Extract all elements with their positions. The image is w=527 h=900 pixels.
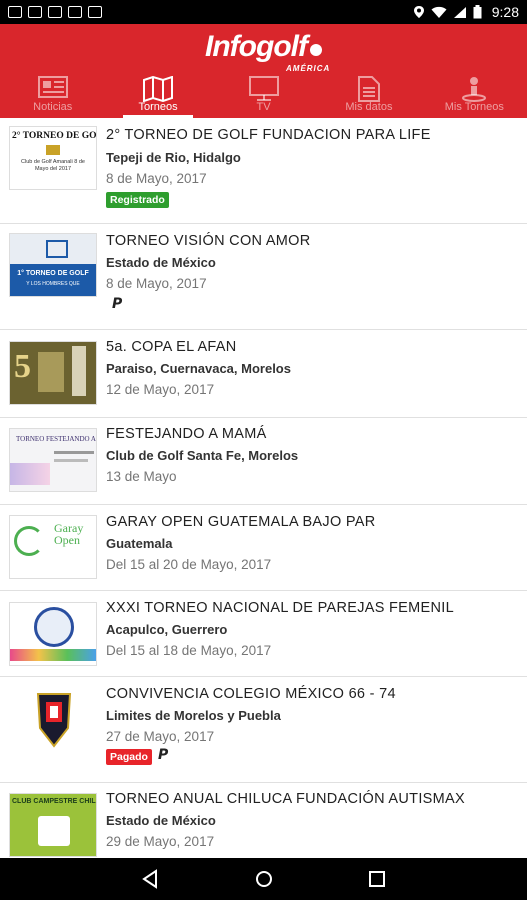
clock: 9:28 [491,4,519,20]
app-header: Infogolf AMÉRICA Noticias Torneos TV Mis… [0,24,527,118]
briefcase-icon [88,6,102,18]
tournament-title: GARAY OPEN GUATEMALA BAJO PAR [106,514,376,530]
system-nav-bar [0,858,527,900]
location-icon [413,6,424,18]
tournament-location: Limites de Morelos y Puebla [106,708,281,723]
app-icon [68,6,82,18]
home-icon[interactable] [254,869,274,889]
tournament-title: TORNEO ANUAL CHILUCA FUNDACIÓN AUTISMAX [106,791,465,807]
list-item[interactable]: XXXI TORNEO NACIONAL DE PAREJAS FEMENIL … [0,591,527,677]
list-item[interactable]: CONVIVENCIA COLEGIO MÉXICO 66 - 74 Limit… [0,677,527,783]
paypal-icon: P [158,747,169,763]
tournament-title: FESTEJANDO A MAMÁ [106,426,267,442]
tournament-date: Del 15 al 20 de Mayo, 2017 [106,557,272,572]
tournament-title: 2° TORNEO DE GOLF FUNDACION PARA LIFE [106,127,431,143]
tournament-thumbnail: 2° TORNEO DE GOLF Club de Golf Amanali 8… [9,126,97,190]
list-item[interactable]: 2° TORNEO DE GOLF Club de Golf Amanali 8… [0,118,527,224]
list-item[interactable]: 5 5a. COPA EL AFAN Paraiso, Cuernavaca, … [0,330,527,418]
list-item[interactable]: 1° TORNEO DE GOLF Y LOS HOMBRES QUE TORN… [0,224,527,330]
tournament-list: 2° TORNEO DE GOLF Club de Golf Amanali 8… [0,118,527,858]
tournament-title: CONVIVENCIA COLEGIO MÉXICO 66 - 74 [106,686,396,702]
tab-mis-datos[interactable]: Mis datos [316,74,421,118]
person-podium-icon [462,77,487,102]
tournament-thumbnail: 1° TORNEO DE GOLF Y LOS HOMBRES QUE [9,233,97,297]
tournament-title: TORNEO VISIÓN CON AMOR [106,233,311,249]
battery-icon [473,5,482,19]
back-icon[interactable] [141,869,159,889]
map-icon [143,76,174,102]
status-bar: 9:28 [0,0,527,24]
school-crest-icon [36,693,72,748]
recents-icon[interactable] [368,869,386,889]
status-badge: Registrado [106,192,169,208]
tournament-location: Acapulco, Guerrero [106,622,228,637]
document-icon [357,76,380,102]
tournament-location: Tepeji de Rio, Hidalgo [106,150,241,165]
tournament-thumbnail: 5 [9,341,97,405]
tournament-date: 8 de Mayo, 2017 [106,276,207,291]
paypal-icon: P [112,296,123,312]
list-item[interactable]: CLUB CAMPESTRE CHILUCA TORNEO ANUAL CHIL… [0,783,527,858]
app-logo-sub: AMÉRICA [286,64,331,73]
list-item[interactable]: Garay Open GARAY OPEN GUATEMALA BAJO PAR… [0,505,527,591]
tournament-thumbnail: CLUB CAMPESTRE CHILUCA [9,793,97,857]
tournament-date: 29 de Mayo, 2017 [106,834,215,849]
tournament-thumbnail [9,687,97,751]
tournament-location: Estado de México [106,255,216,270]
signal-icon [453,6,466,18]
tab-tv[interactable]: TV [211,74,316,118]
tournament-location: Club de Golf Santa Fe, Morelos [106,448,299,463]
tab-noticias[interactable]: Noticias [0,74,105,118]
tournament-date: 13 de Mayo [106,469,177,484]
tournament-thumbnail [9,602,97,666]
mail-icon [28,6,42,18]
tournament-title: 5a. COPA EL AFAN [106,339,237,355]
status-badge: Pagado [106,749,152,765]
tournament-title: XXXI TORNEO NACIONAL DE PAREJAS FEMENIL [106,600,454,616]
tournament-location: Paraiso, Cuernavaca, Morelos [106,361,291,376]
tournament-location: Guatemala [106,536,173,551]
tournament-date: 12 de Mayo, 2017 [106,382,215,397]
tournament-location: Estado de México [106,813,216,828]
tournament-thumbnail: Garay Open [9,515,97,579]
app-logo: Infogolf [0,30,527,64]
tab-torneos[interactable]: Torneos [105,74,210,118]
image-icon [48,6,62,18]
notification-icon [8,6,22,18]
tournament-date: 8 de Mayo, 2017 [106,171,207,186]
list-item[interactable]: TORNEO FESTEJANDO A MAMÁ FESTEJANDO A MA… [0,418,527,505]
tournament-date: 27 de Mayo, 2017 [106,729,215,744]
tournament-date: Del 15 al 18 de Mayo, 2017 [106,643,272,658]
tab-bar: Noticias Torneos TV Mis datos Mis Torneo… [0,74,527,118]
tab-mis-torneos[interactable]: Mis Torneos [422,74,527,118]
newspaper-icon [37,76,68,98]
wifi-icon [431,6,447,18]
tv-icon [248,76,279,101]
tournament-thumbnail: TORNEO FESTEJANDO A MAMÁ [9,428,97,492]
